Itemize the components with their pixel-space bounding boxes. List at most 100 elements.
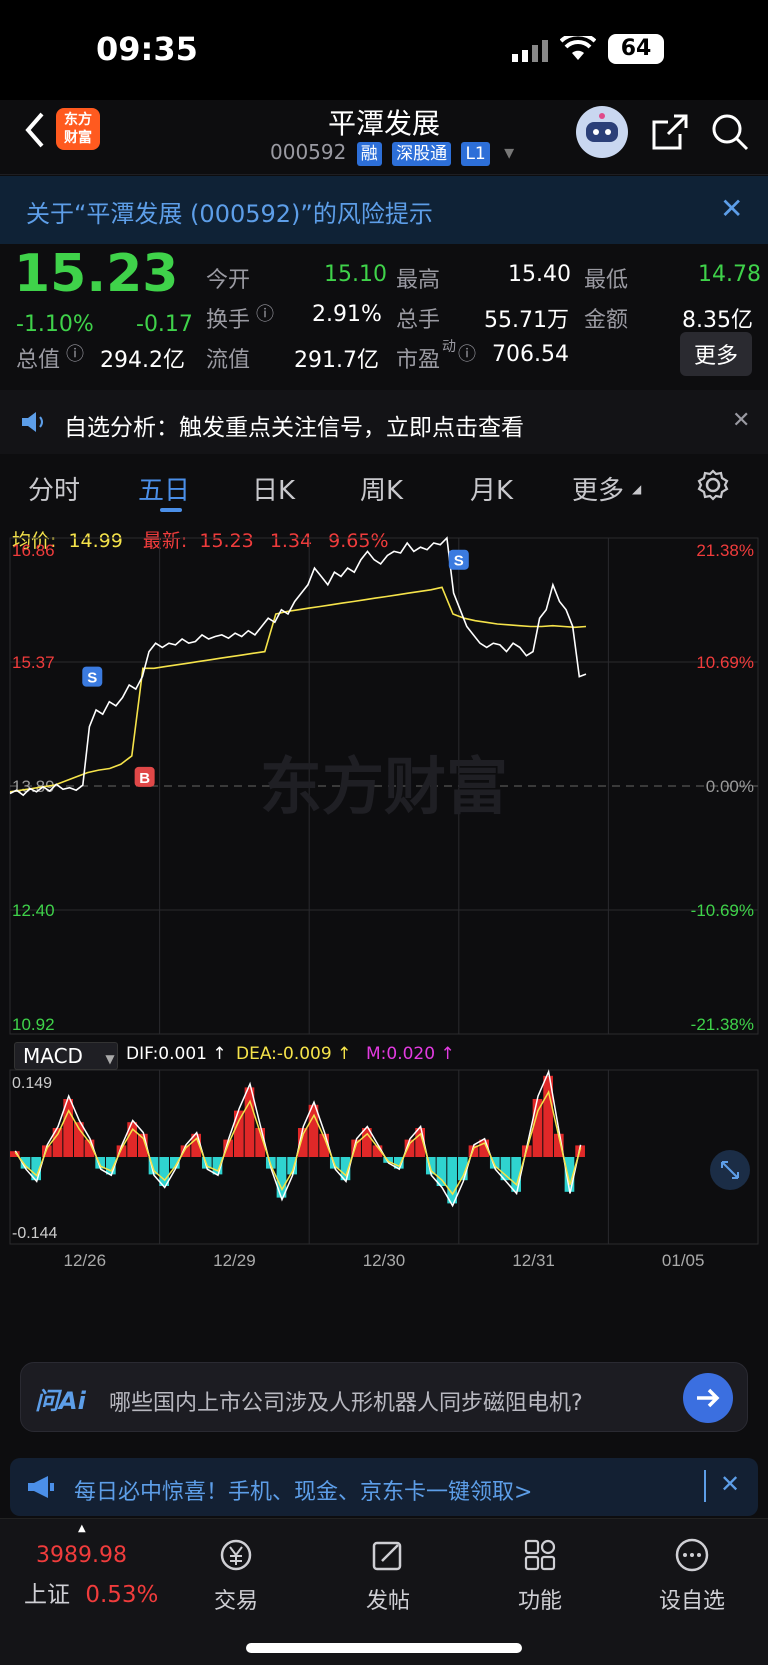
high-label: 最高 [396,268,441,293]
robot-avatar-icon[interactable] [576,106,628,158]
macd-tick: -0.144 [12,1225,57,1242]
expand-icon[interactable] [710,1150,750,1190]
volume-value: 55.71万 [484,308,569,333]
settings-gear-icon[interactable] [696,468,730,506]
dea-label: DEA:-0.009 ↑ [236,1044,352,1064]
chart-area[interactable]: 均价: 14.99 最新: 15.23 1.34 9.65% 16.86 21.3… [0,518,768,1348]
stock-code: 000592 [270,140,347,164]
ask-ai-question[interactable]: 哪些国内上市公司涉及人形机器人同步磁阻电机? [109,1385,583,1417]
tab-more[interactable]: 更多 [572,470,624,507]
analysis-notice[interactable]: 自选分析：触发重点关注信号，立即点击查看 ✕ [0,390,768,454]
home-indicator [246,1643,522,1653]
mcap-value: 294.2亿 [100,348,185,373]
pe-sup: 动 [442,339,456,355]
float-value: 291.7亿 [294,348,379,373]
tab-more-caret-icon: ◢ [632,482,642,496]
search-icon[interactable] [710,112,750,156]
more-dots-icon [675,1538,709,1572]
caret-up-icon: ▲ [78,1523,86,1534]
close-icon[interactable]: ✕ [732,408,750,433]
megaphone-icon [26,1474,56,1504]
turnover-label: 换手 [206,308,251,333]
tab-trade[interactable]: 交易 [176,1537,296,1615]
grid-icon [524,1539,556,1571]
tab-add-watchlist[interactable]: 设自选 [632,1537,752,1615]
status-time: 09:35 [96,30,198,68]
high-value: 15.40 [508,262,571,287]
trade-marker-label: B [139,770,150,787]
amount-label: 金额 [584,308,629,333]
battery-icon: 64 [608,34,664,64]
info-icon[interactable]: ⓘ [256,300,274,326]
notice-text[interactable]: 自选分析：触发重点关注信号，立即点击查看 [64,408,524,442]
dropdown-icon[interactable]: ▾ [504,140,514,164]
price-chart[interactable]: 16.86 21.38%15.37 10.69%13.89 0.00%12.40 -10… [0,518,768,1348]
tab-post[interactable]: 发帖 [328,1537,448,1615]
macd-hist-bar [436,1157,447,1186]
float-label: 流值 [206,348,251,373]
tab-weekly-k[interactable]: 周K [360,470,403,507]
tab-five-day[interactable]: 五日 [138,470,190,507]
y-tick-left: 12.40 [12,901,55,920]
dif-label: DIF:0.001 ↑ [126,1044,227,1064]
period-tabs: 分时 五日 日K 周K 月K 更多 ◢ [0,456,768,518]
macd-hist-bar [447,1157,457,1204]
y-tick-left: 15.37 [12,653,55,672]
indicator-select[interactable]: MACD ▼ [14,1042,118,1070]
risk-banner-text[interactable]: 关于“平潭发展 (000592)”的风险提示 [26,194,433,229]
tab-add-watchlist-label: 设自选 [658,1589,725,1614]
info-icon[interactable]: ⓘ [458,340,476,366]
close-icon[interactable]: ✕ [720,1470,740,1498]
divider [704,1470,706,1502]
x-tick-label: 12/31 [512,1251,555,1270]
x-tick-label: 01/05 [662,1251,705,1270]
edit-icon [372,1541,402,1571]
index-change: 0.53% [85,1582,159,1608]
battery-level: 64 [620,36,652,61]
dif-line [14,1069,582,1208]
stock-code-row: 000592 融 深股通 L1 ▾ [270,140,514,166]
index-value[interactable]: 3989.98 [36,1543,127,1568]
macd-tick: 0.149 [12,1075,52,1092]
promo-banner[interactable]: 每日必中惊喜！手机、现金、京东卡一键领取> ✕ [10,1458,758,1516]
volume-label: 总手 [396,308,441,333]
change-value: -0.17 [136,312,193,337]
tab-monthly-k[interactable]: 月K [470,470,513,507]
wifi-icon [559,32,597,66]
tab-trade-label: 交易 [213,1589,258,1614]
y-tick-right: -10.69% [691,901,754,920]
current-price: 15.23 [14,244,179,304]
tab-functions[interactable]: 功能 [480,1537,600,1615]
open-value: 15.10 [324,262,387,287]
share-icon[interactable] [650,112,690,156]
pe-label: 市盈 [396,348,441,373]
promo-text[interactable]: 每日必中惊喜！手机、现金、京东卡一键领取> [74,1474,532,1506]
risk-banner[interactable]: 关于“平潭发展 (000592)”的风险提示 ✕ [0,176,768,244]
info-icon[interactable]: ⓘ [66,340,84,366]
y-tick-right: 0.00% [706,777,754,796]
y-tick-right: 10.69% [696,653,754,672]
x-tick-label: 12/29 [213,1251,256,1270]
tab-post-label: 发帖 [365,1589,410,1614]
indicator-select-value: MACD [23,1044,83,1068]
y-tick-left: 10.92 [12,1015,55,1034]
x-tick-label: 12/26 [64,1251,107,1270]
signal-icon [512,40,550,66]
close-icon[interactable]: ✕ [720,192,743,225]
more-button[interactable]: 更多 [680,332,753,376]
index-name: 上证 [24,1582,70,1608]
pe-value: 706.54 [492,342,569,367]
trade-marker-label: S [87,670,97,687]
ask-ai-bar[interactable]: 问Ai 哪些国内上市公司涉及人形机器人同步磁阻电机? [20,1362,748,1432]
index-row[interactable]: 上证 0.53% [24,1575,158,1609]
send-arrow-icon[interactable] [683,1373,733,1423]
macd-hist-bar [532,1099,543,1157]
y-tick-right: 21.38% [696,541,754,560]
mcap-label: 总值 [16,348,61,373]
top-nav: 东方 财富 平潭发展 000592 融 深股通 L1 ▾ [0,100,768,175]
dea-line [14,1089,582,1196]
tab-intraday[interactable]: 分时 [28,470,80,507]
tab-daily-k[interactable]: 日K [252,470,295,507]
badge-margin: 融 [356,142,382,166]
low-label: 最低 [584,268,629,293]
